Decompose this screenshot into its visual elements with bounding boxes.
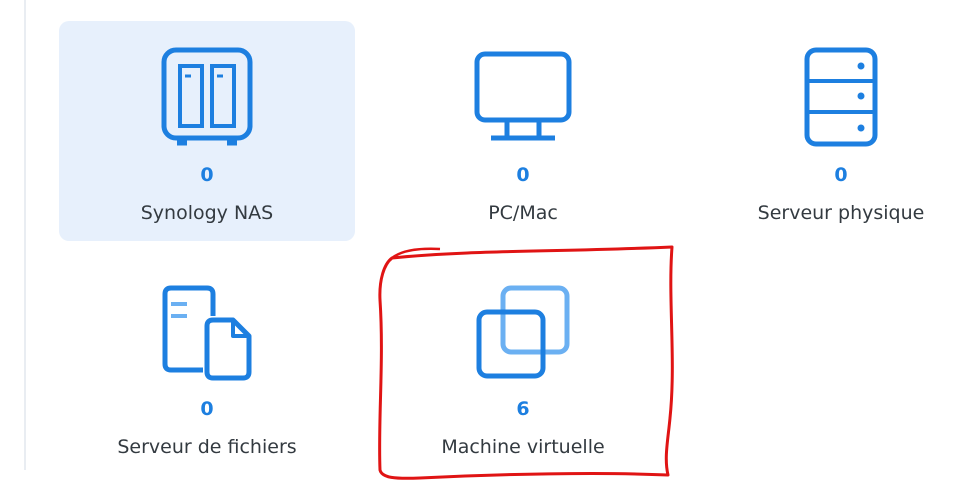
tile-label: Machine virtuelle (441, 436, 605, 458)
file-server-icon (152, 277, 262, 387)
tile-pc-mac[interactable]: 0 PC/Mac (375, 21, 671, 241)
tile-label: Serveur physique (757, 202, 925, 224)
tile-serveur-de-fichiers[interactable]: 0 Serveur de fichiers (59, 255, 355, 475)
tile-count: 0 (200, 398, 214, 420)
tile-label: Serveur de fichiers (117, 436, 297, 458)
tile-machine-virtuelle[interactable]: 6 Machine virtuelle (375, 255, 671, 475)
tile-count: 6 (516, 398, 530, 420)
virtual-machine-icon (468, 277, 578, 387)
tile-count: 0 (516, 164, 530, 186)
tile-label: PC/Mac (488, 202, 558, 224)
tile-label: Synology NAS (140, 202, 274, 224)
tile-count: 0 (834, 164, 848, 186)
tile-count: 0 (200, 164, 214, 186)
nas-icon (152, 43, 262, 153)
device-type-panel: 0 Synology NAS 0 PC/Mac 0 Serveur physiq… (0, 0, 960, 488)
tile-synology-nas[interactable]: 0 Synology NAS (59, 21, 355, 241)
tile-serveur-physique[interactable]: 0 Serveur physique (693, 21, 960, 241)
server-icon (786, 43, 896, 153)
panel-left-border (24, 0, 26, 470)
monitor-icon (468, 43, 578, 153)
